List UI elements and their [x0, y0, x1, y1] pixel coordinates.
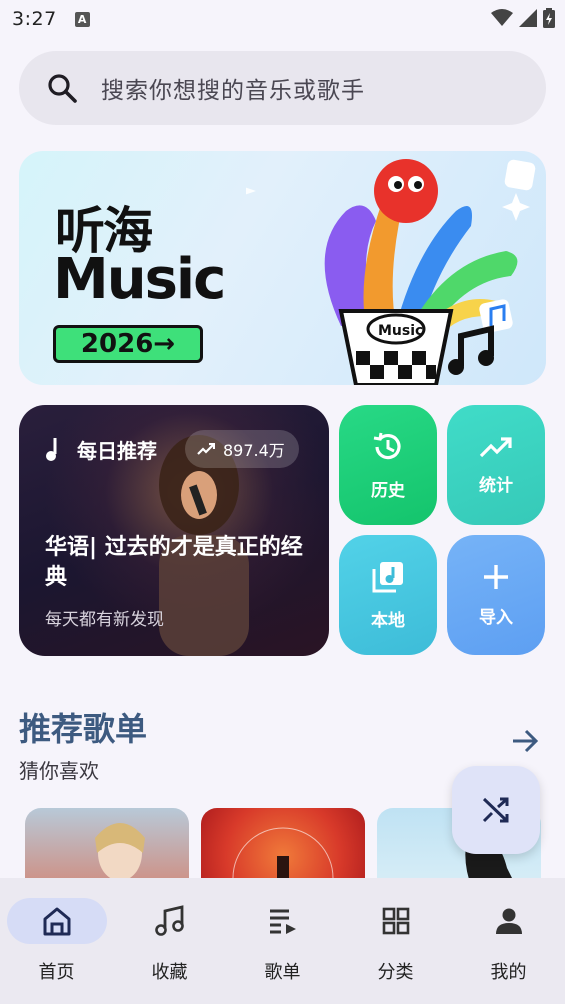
status-icons	[491, 8, 555, 28]
nav-icon-indicator	[459, 898, 559, 944]
nav-label: 歌单	[264, 962, 301, 983]
search-bar[interactable]: 搜索你想搜的音乐或歌手	[19, 51, 546, 125]
nav-label: 首页	[38, 962, 75, 983]
status-bar: 3:27 A	[0, 0, 565, 38]
daily-header: 每日推荐	[45, 435, 157, 464]
grid-icon	[382, 907, 409, 935]
playlist-cover	[85, 823, 155, 888]
nav-icon-indicator	[120, 898, 220, 944]
local-tile[interactable]: 本地	[339, 535, 437, 655]
nav-item-categories[interactable]: 分类	[339, 878, 452, 1004]
notification-a-icon: A	[74, 11, 90, 27]
daily-subtitle: 每天都有新发现	[45, 610, 164, 630]
nav-item-favorites[interactable]: 收藏	[113, 878, 226, 1004]
section-title: 推荐歌单	[19, 710, 148, 748]
tile-label: 导入	[479, 607, 513, 628]
playlist-card[interactable]	[25, 808, 189, 888]
nav-icon-indicator	[233, 898, 333, 944]
search-icon	[48, 74, 77, 103]
trending-icon	[479, 436, 512, 457]
import-tile[interactable]: 导入	[447, 535, 545, 655]
daily-label: 每日推荐	[77, 439, 157, 463]
signal-icon	[519, 9, 537, 27]
daily-recommend-card[interactable]: 每日推荐 897.4万 华语| 过去的才是真正的经典 每天都有新发现	[19, 405, 329, 656]
playlist-cover	[232, 827, 334, 888]
nav-item-playlists[interactable]: 歌单	[226, 878, 339, 1004]
tile-label: 本地	[371, 610, 405, 631]
nav-item-home[interactable]: 首页	[0, 878, 113, 1004]
music-note-icon	[46, 437, 57, 461]
playlist-card[interactable]	[201, 808, 365, 888]
wifi-icon	[491, 9, 513, 26]
person-icon	[495, 908, 522, 934]
nav-label: 我的	[490, 962, 527, 983]
banner-title-en: Music	[53, 247, 226, 312]
shuffle-icon	[482, 797, 509, 823]
arrow-right-icon[interactable]	[510, 726, 540, 756]
nav-icon-indicator	[346, 898, 446, 944]
play-count: 897.4万	[223, 441, 285, 460]
battery-icon	[543, 8, 555, 28]
plus-icon	[484, 564, 508, 589]
library-music-icon	[372, 561, 403, 592]
nav-icon-indicator	[6, 898, 107, 944]
daily-title: 华语| 过去的才是真正的经典	[45, 535, 303, 590]
banner-cup-label: Music	[378, 323, 423, 339]
music-note-icon	[154, 905, 184, 936]
shuffle-fab[interactable]	[452, 766, 540, 854]
tile-label: 历史	[371, 480, 405, 501]
banner-year: 2026→	[53, 325, 203, 363]
banner-illustration: Music	[246, 159, 536, 385]
home-icon	[43, 907, 70, 936]
play-count-badge: 897.4万	[185, 430, 299, 468]
status-time: 3:27	[12, 8, 57, 30]
history-icon	[373, 432, 401, 459]
bottom-nav: 首页 收藏 歌单 分类 我的	[0, 878, 565, 1004]
nav-label: 分类	[377, 962, 414, 983]
nav-label: 收藏	[151, 962, 188, 983]
trending-up-icon	[197, 443, 215, 455]
history-tile[interactable]: 历史	[339, 405, 437, 525]
nav-item-profile[interactable]: 我的	[452, 878, 565, 1004]
tile-label: 统计	[479, 475, 513, 496]
stats-tile[interactable]: 统计	[447, 405, 545, 525]
section-subtitle: 猜你喜欢	[19, 759, 99, 783]
search-placeholder[interactable]: 搜索你想搜的音乐或歌手	[101, 71, 365, 105]
playlist-icon	[269, 909, 296, 934]
promo-banner[interactable]: 听海 Music 2026→ Music	[19, 151, 546, 385]
